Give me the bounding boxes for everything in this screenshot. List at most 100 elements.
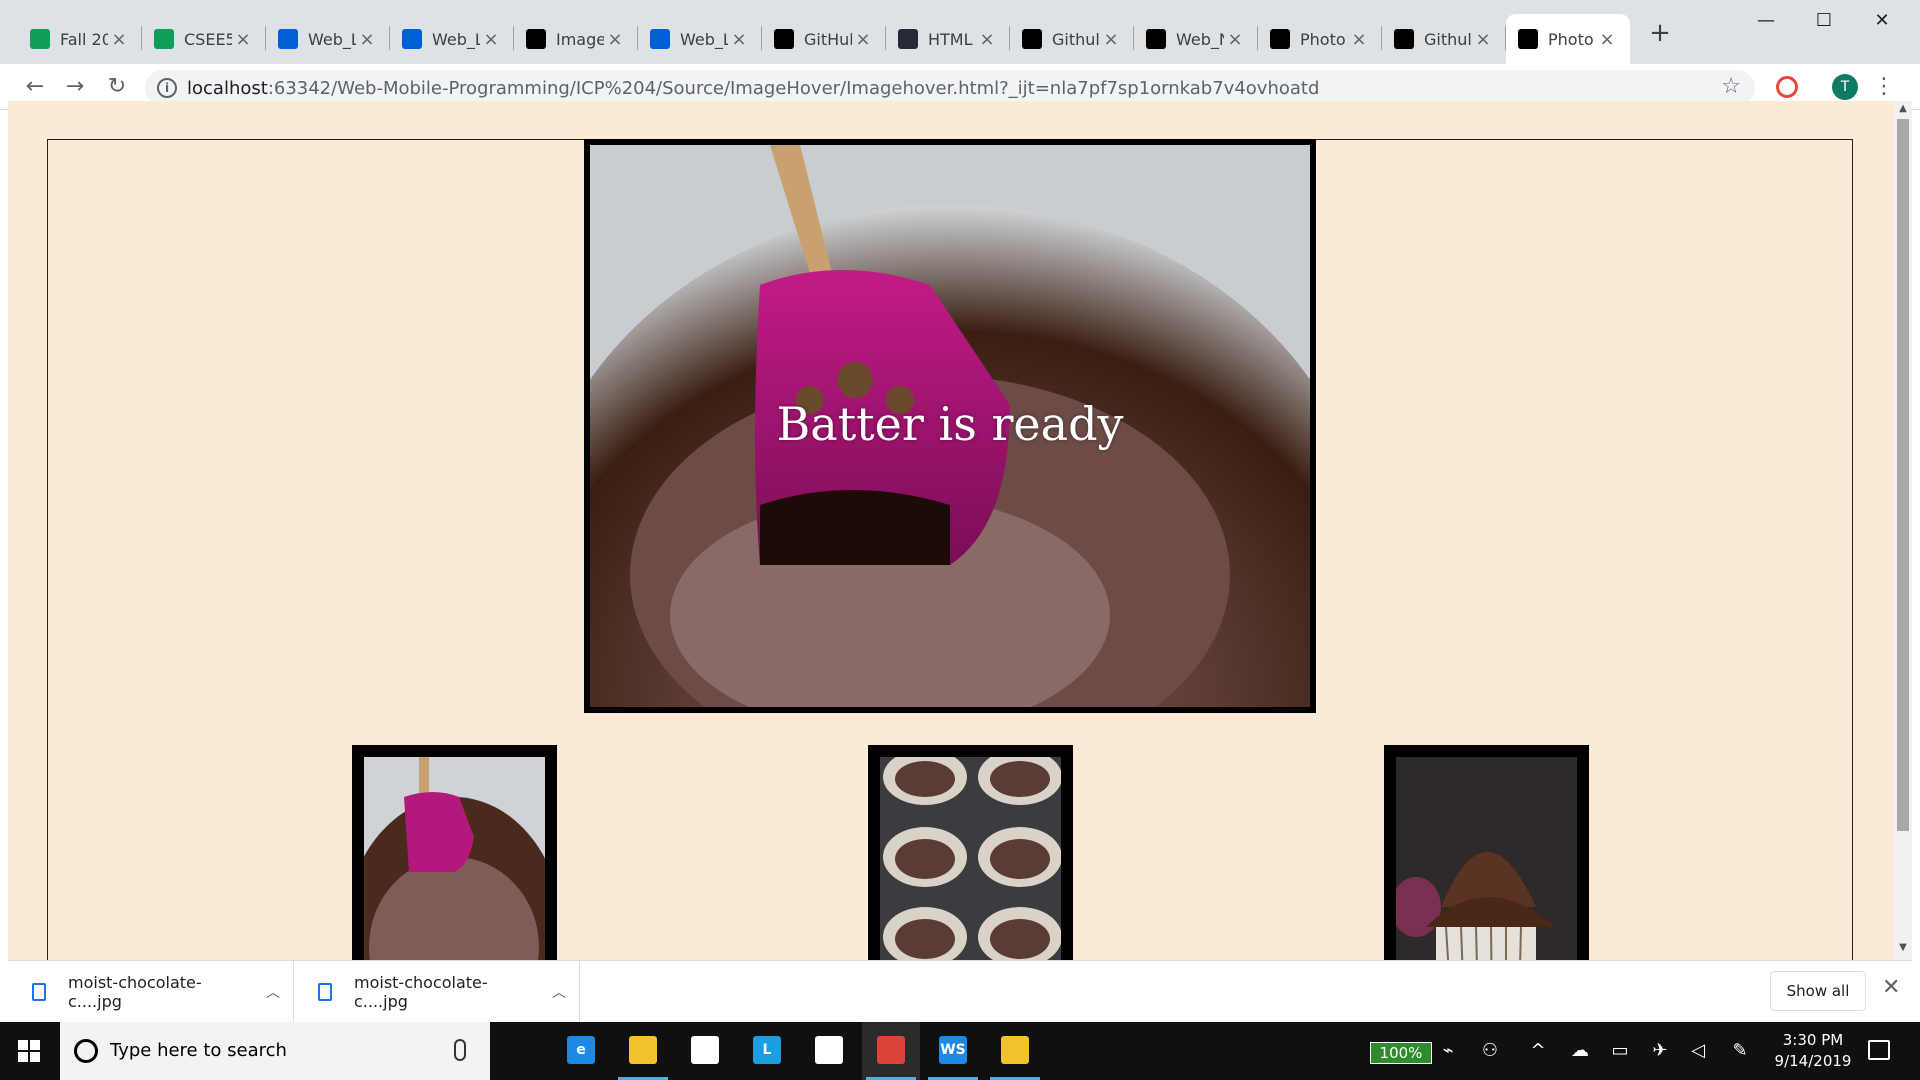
- tab-separator: [1133, 26, 1134, 50]
- site-info-icon[interactable]: i: [157, 78, 177, 98]
- close-tab-icon[interactable]: ×: [852, 29, 874, 50]
- close-tab-icon[interactable]: ×: [480, 29, 502, 50]
- scrollbar-thumb[interactable]: [1897, 119, 1909, 831]
- taskbar-app[interactable]: [676, 1022, 734, 1080]
- thumbnail-batter[interactable]: [352, 745, 557, 960]
- maximize-button[interactable]: ☐: [1796, 4, 1852, 38]
- close-tab-icon[interactable]: ×: [976, 29, 998, 50]
- tab[interactable]: Photo ×: [1258, 14, 1382, 64]
- page-viewport: Batter is ready: [8, 101, 1894, 960]
- tab[interactable]: Fall 20 ×: [18, 14, 142, 64]
- close-tab-icon[interactable]: ×: [1224, 29, 1246, 50]
- close-tab-icon[interactable]: ×: [108, 29, 130, 50]
- new-tab-button[interactable]: +: [1645, 18, 1675, 48]
- show-all-button[interactable]: Show all: [1770, 971, 1866, 1011]
- chevron-up-icon[interactable]: ︿: [539, 982, 579, 1002]
- airplane-icon[interactable]: ✈: [1648, 1040, 1672, 1061]
- page-scrollbar[interactable]: ▲ ▼: [1894, 101, 1912, 960]
- start-pane: [18, 1052, 28, 1062]
- taskbar-app[interactable]: L: [738, 1022, 796, 1080]
- github-icon: [1146, 29, 1166, 49]
- tab[interactable]: HTML ×: [886, 14, 1010, 64]
- file-icon: [318, 983, 332, 1001]
- thumbnail-cupcake[interactable]: [1384, 745, 1589, 960]
- store-icon: [691, 1036, 719, 1064]
- webstorm-icon: WS: [939, 1036, 967, 1064]
- close-tab-icon[interactable]: ×: [1596, 29, 1618, 50]
- tab[interactable]: GitHul ×: [762, 14, 886, 64]
- close-tab-icon[interactable]: ×: [728, 29, 750, 50]
- chevron-up-icon[interactable]: ^: [1526, 1040, 1550, 1061]
- tab-separator: [761, 26, 762, 50]
- people-icon[interactable]: ⚇: [1478, 1040, 1502, 1061]
- browser-menu-icon[interactable]: ⋮: [1872, 72, 1896, 102]
- pen-icon[interactable]: ✎: [1728, 1040, 1752, 1061]
- close-window-button[interactable]: ✕: [1854, 4, 1910, 38]
- tab-title: Image: [556, 29, 604, 49]
- tab-title: Web_N: [1176, 29, 1224, 49]
- reload-button[interactable]: ↻: [100, 70, 134, 104]
- clock-time: 3:30 PM: [1782, 1031, 1844, 1049]
- close-tab-icon[interactable]: ×: [1472, 29, 1494, 50]
- tab[interactable]: Web_L ×: [390, 14, 514, 64]
- taskbar-app[interactable]: WS: [924, 1022, 982, 1080]
- sticky-app-icon: [1001, 1036, 1029, 1064]
- minimize-button[interactable]: —: [1738, 4, 1794, 38]
- battery-indicator[interactable]: 100%: [1370, 1042, 1432, 1064]
- close-icon[interactable]: ✕: [1882, 975, 1900, 1000]
- url-host: localhost: [187, 78, 268, 99]
- taskbar-app[interactable]: [614, 1022, 672, 1080]
- bookmark-star-icon[interactable]: ☆: [1721, 74, 1741, 99]
- taskbar-app[interactable]: [490, 1022, 548, 1080]
- tab[interactable]: Githul ×: [1382, 14, 1506, 64]
- microphone-icon[interactable]: [454, 1039, 466, 1061]
- close-tab-icon[interactable]: ×: [232, 29, 254, 50]
- tab[interactable]: Web_L ×: [638, 14, 762, 64]
- close-tab-icon[interactable]: ×: [356, 29, 378, 50]
- file-icon: [32, 983, 46, 1001]
- file-explorer-icon: [629, 1036, 657, 1064]
- plug-icon[interactable]: ⌁: [1436, 1040, 1460, 1061]
- tab[interactable]: Web_N×: [1134, 14, 1258, 64]
- scroll-down-arrow-icon[interactable]: ▼: [1894, 942, 1912, 958]
- cloud-icon[interactable]: ☁: [1568, 1040, 1592, 1061]
- taskbar-app[interactable]: [862, 1022, 920, 1080]
- windows-start-icon[interactable]: [18, 1040, 40, 1062]
- cupcake-thumbnail: [1396, 757, 1577, 960]
- tab[interactable]: Githul ×: [1010, 14, 1134, 64]
- tab-separator: [389, 26, 390, 50]
- close-tab-icon[interactable]: ×: [1348, 29, 1370, 50]
- taskbar-search[interactable]: Type here to search: [60, 1022, 490, 1080]
- profile-avatar[interactable]: T: [1832, 74, 1858, 100]
- taskbar-app[interactable]: [800, 1022, 858, 1080]
- close-tab-icon[interactable]: ×: [1100, 29, 1122, 50]
- scroll-up-arrow-icon[interactable]: ▲: [1894, 103, 1912, 119]
- tab-title: GitHul: [804, 29, 852, 49]
- tab-separator: [637, 26, 638, 50]
- codepen-icon: [526, 29, 546, 49]
- tab-title: Web_L: [308, 29, 356, 49]
- tab[interactable]: Web_L ×: [266, 14, 390, 64]
- taskbar-app[interactable]: e: [552, 1022, 610, 1080]
- forward-button[interactable]: →: [58, 70, 92, 104]
- download-item[interactable]: moist-chocolate-c....jpg ︿: [294, 961, 580, 1023]
- tab[interactable]: CSEE5 ×: [142, 14, 266, 64]
- thumbnail-muffin-tin[interactable]: [868, 745, 1073, 960]
- battery-icon[interactable]: ▭: [1608, 1040, 1632, 1061]
- system-clock[interactable]: 3:30 PM 9/14/2019: [1768, 1030, 1858, 1072]
- download-item[interactable]: moist-chocolate-c....jpg ︿: [8, 961, 294, 1023]
- tab-separator: [1257, 26, 1258, 50]
- box-icon: [650, 29, 670, 49]
- close-tab-icon[interactable]: ×: [604, 29, 626, 50]
- chevron-up-icon[interactable]: ︿: [253, 982, 293, 1002]
- extension-icon[interactable]: [1776, 76, 1798, 98]
- tab[interactable]: Image ×: [514, 14, 638, 64]
- notification-center-icon[interactable]: [1868, 1040, 1890, 1060]
- volume-muted-icon[interactable]: ◁: [1686, 1040, 1710, 1061]
- tab[interactable]: Photo ×: [1506, 14, 1630, 64]
- download-bar: moist-chocolate-c....jpg ︿ moist-chocola…: [8, 960, 1912, 1023]
- taskbar-app[interactable]: [986, 1022, 1044, 1080]
- chrome-icon: [877, 1036, 905, 1064]
- back-button[interactable]: ←: [18, 70, 52, 104]
- tab-separator: [513, 26, 514, 50]
